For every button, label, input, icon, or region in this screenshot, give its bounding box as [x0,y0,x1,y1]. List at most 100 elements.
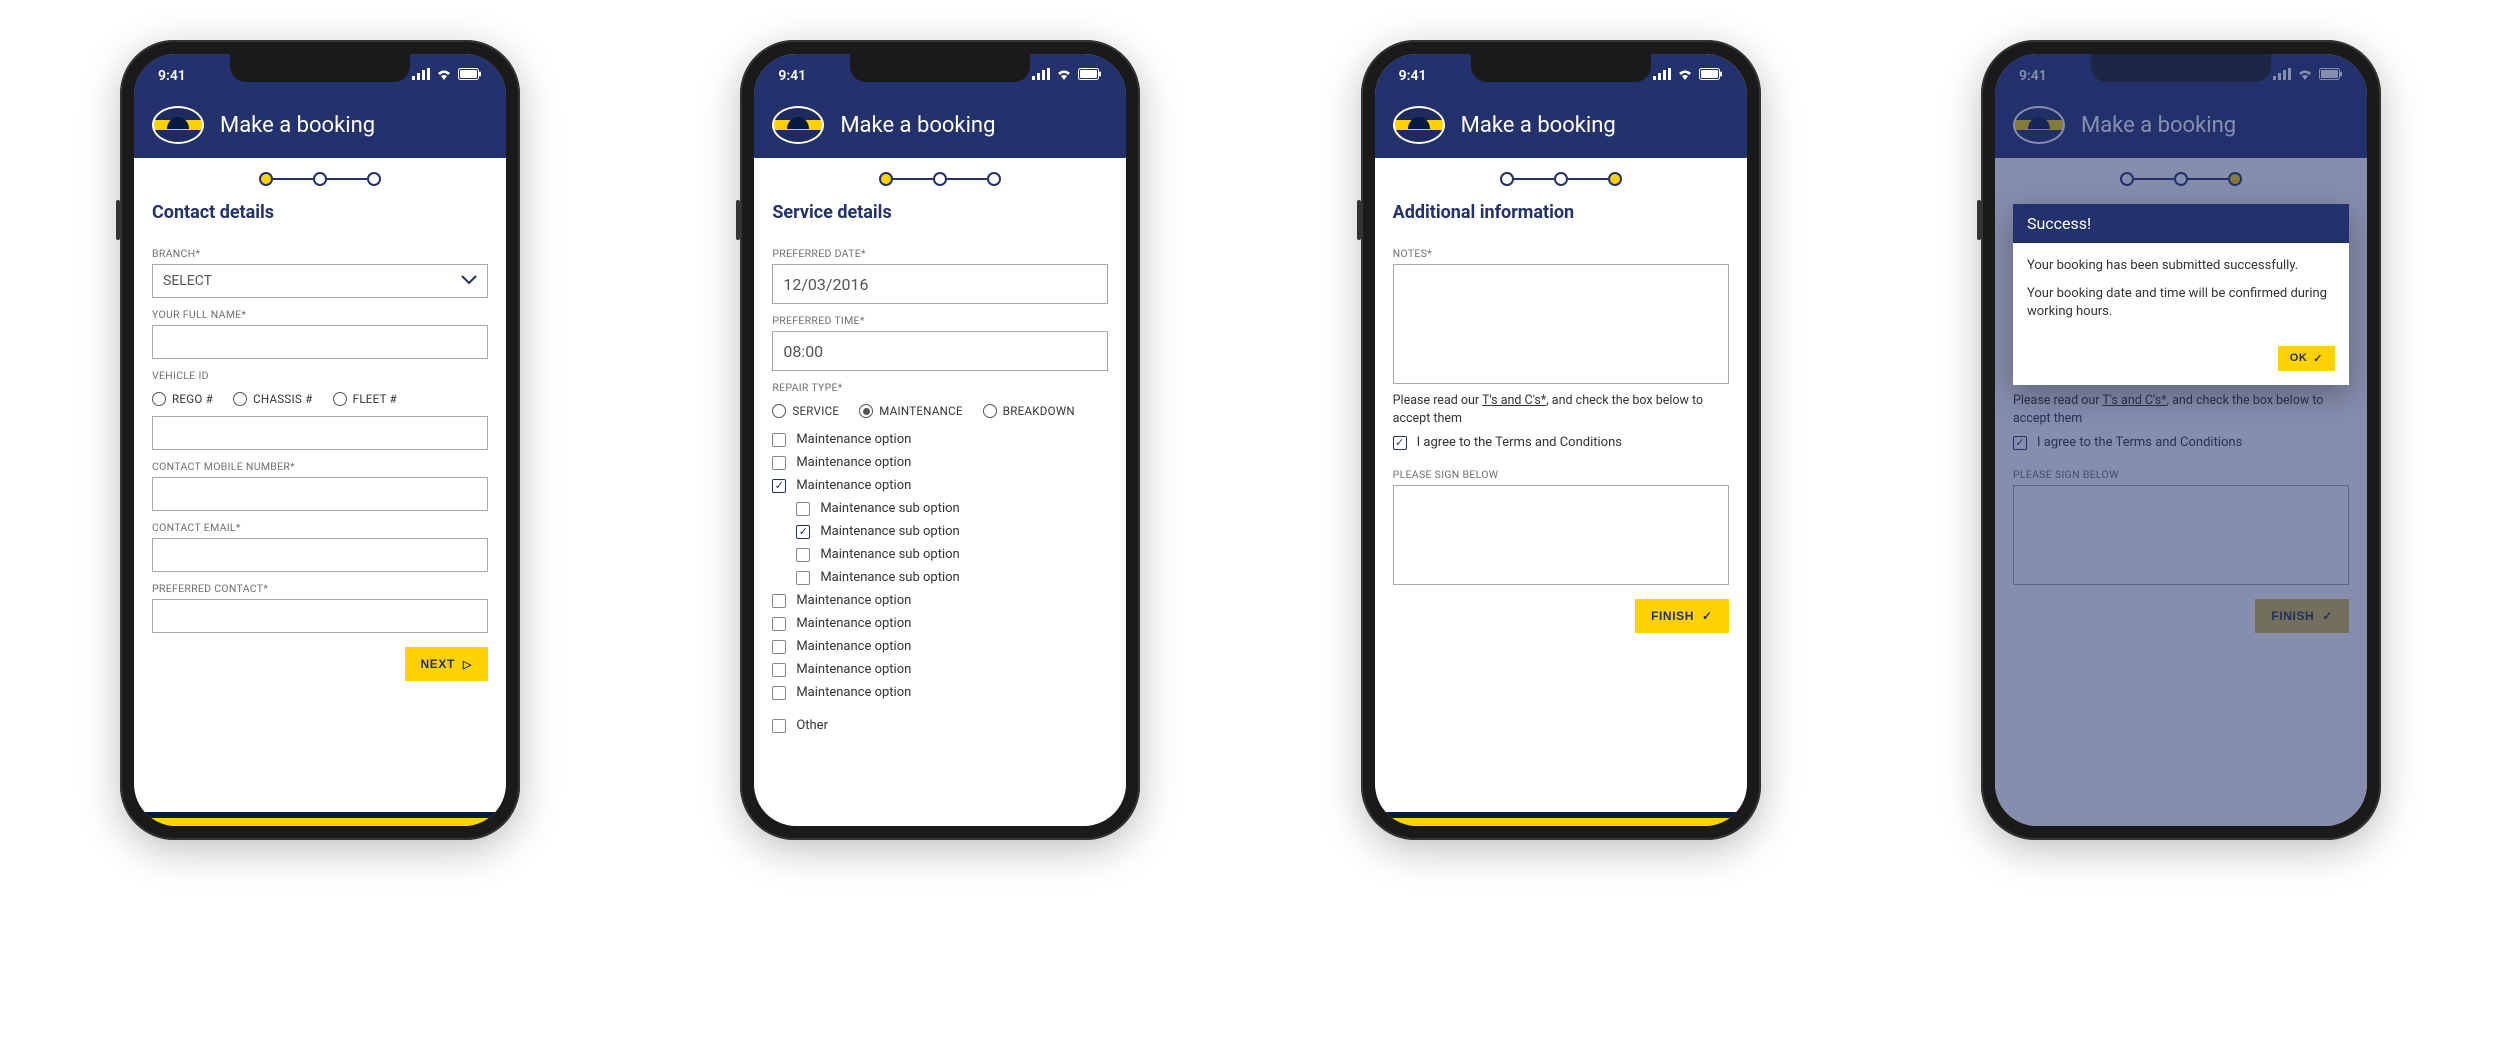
status-time: 9:41 [1399,68,1427,84]
signal-icon [412,68,430,84]
terms-hint: Please read our T's and C's*, and check … [1393,392,1729,427]
status-icons [1032,68,1102,84]
maintenance-suboption-row[interactable]: Maintenance sub option [796,497,1108,520]
pref-contact-input[interactable] [152,599,488,633]
modal-title: Success! [2013,204,2349,243]
maintenance-option-label: Maintenance option [796,593,911,608]
maintenance-option-row[interactable]: Maintenance option [772,451,1108,474]
maintenance-option-label: Maintenance option [796,455,911,470]
agree-terms-row[interactable]: I agree to the Terms and Conditions [1393,431,1729,454]
maintenance-suboption-row[interactable]: Maintenance sub option [796,566,1108,589]
wifi-icon [1056,68,1072,84]
progress-stepper [772,172,1108,186]
maintenance-option-row[interactable]: Maintenance option [772,658,1108,681]
phone-frame-4: 9:41 Make a booking A [1981,40,2381,840]
radio-label: BREAKDOWN [1003,404,1075,418]
section-title: Contact details [152,202,488,223]
branch-label: BRANCH* [152,247,488,260]
screen-content: Additional information NOTES* Please rea… [1375,158,1747,812]
progress-stepper [152,172,488,186]
pref-date-input[interactable]: 12/03/2016 [772,264,1108,304]
checkbox-icon [772,640,786,654]
maintenance-option-row[interactable]: Maintenance option [772,428,1108,451]
phone-frame-1: 9:41 Make a booking [120,40,520,840]
phone-frame-3: 9:41 Make a booking A [1361,40,1761,840]
checkbox-icon [796,548,810,562]
pref-date-value: 12/03/2016 [783,275,868,294]
full-name-input[interactable] [152,325,488,359]
chevron-down-icon [461,273,477,289]
modal-body: Your booking has been submitted successf… [2013,243,2349,346]
maintenance-option-label: Maintenance option [796,432,911,447]
maintenance-option-row[interactable]: Maintenance option [772,681,1108,704]
radio-service[interactable]: SERVICE [772,404,839,418]
checkbox-icon [796,502,810,516]
notes-label: NOTES* [1393,247,1729,260]
maintenance-option-row[interactable]: Maintenance option [772,635,1108,658]
screen-2: 9:41 Make a booking S [754,54,1126,826]
arrow-right-icon: ▷ [463,658,472,671]
app-header: Make a booking [1375,98,1747,158]
checkbox-icon [772,663,786,677]
repair-type-label: REPAIR TYPE* [772,381,1108,394]
page-title: Make a booking [220,113,375,138]
step-3-dot [987,172,1001,186]
checkbox-icon [772,594,786,608]
maintenance-suboption-row[interactable]: Maintenance sub option [796,520,1108,543]
check-icon: ✓ [2313,352,2323,365]
pref-contact-label: PREFERRED CONTACT* [152,582,488,595]
radio-chassis[interactable]: CHASSIS # [233,392,313,406]
notch [1471,54,1651,82]
email-input[interactable] [152,538,488,572]
pref-time-input[interactable]: 08:00 [772,331,1108,371]
step-line [327,178,367,180]
notes-textarea[interactable] [1393,264,1729,384]
battery-icon [1078,68,1102,84]
checkbox-icon [1393,436,1407,450]
radio-maintenance[interactable]: MAINTENANCE [859,404,963,418]
maintenance-option-label: Maintenance option [796,478,911,493]
checkbox-icon [772,433,786,447]
maintenance-suboption-list: Maintenance sub optionMaintenance sub op… [772,497,1108,589]
maintenance-option-label: Maintenance option [796,685,911,700]
screen-1: 9:41 Make a booking [134,54,506,826]
app-header: Make a booking [754,98,1126,158]
radio-breakdown[interactable]: BREAKDOWN [983,404,1075,418]
page-title: Make a booking [840,113,995,138]
next-button[interactable]: NEXT ▷ [405,647,488,681]
step-1-dot [1500,172,1514,186]
notch [850,54,1030,82]
vehicle-id-label: VEHICLE ID [152,369,488,382]
modal-ok-label: OK [2290,352,2308,364]
branch-select[interactable]: SELECT [152,264,488,298]
maintenance-suboption-row[interactable]: Maintenance sub option [796,543,1108,566]
signature-pad[interactable] [1393,485,1729,585]
maintenance-option-row[interactable]: Maintenance option [772,474,1108,497]
vehicle-id-input[interactable] [152,416,488,450]
mobile-input[interactable] [152,477,488,511]
radio-fleet[interactable]: FLEET # [333,392,397,406]
screen-3: 9:41 Make a booking A [1375,54,1747,826]
progress-stepper [1393,172,1729,186]
radio-label: SERVICE [792,404,839,418]
radio-icon [772,404,786,418]
radio-icon [983,404,997,418]
checkbox-icon [772,456,786,470]
step-1-dot [879,172,893,186]
maintenance-option-row[interactable]: Maintenance option [772,589,1108,612]
mockup-canvas: 9:41 Make a booking [0,0,2501,1064]
maintenance-suboption-label: Maintenance sub option [820,547,959,562]
finish-button[interactable]: FINISH ✓ [1635,599,1729,633]
sign-label: PLEASE SIGN BELOW [1393,468,1729,481]
checkbox-icon [772,617,786,631]
terms-link[interactable]: T's and C's* [1482,393,1546,408]
pref-time-label: PREFERRED TIME* [772,314,1108,327]
checkbox-icon [772,719,786,733]
radio-icon [152,392,166,406]
brand-logo [152,106,204,144]
maintenance-option-row[interactable]: Maintenance option [772,612,1108,635]
option-other-row[interactable]: Other [772,714,1108,737]
email-label: CONTACT EMAIL* [152,521,488,534]
radio-rego[interactable]: REGO # [152,392,213,406]
modal-ok-button[interactable]: OK ✓ [2278,346,2335,371]
